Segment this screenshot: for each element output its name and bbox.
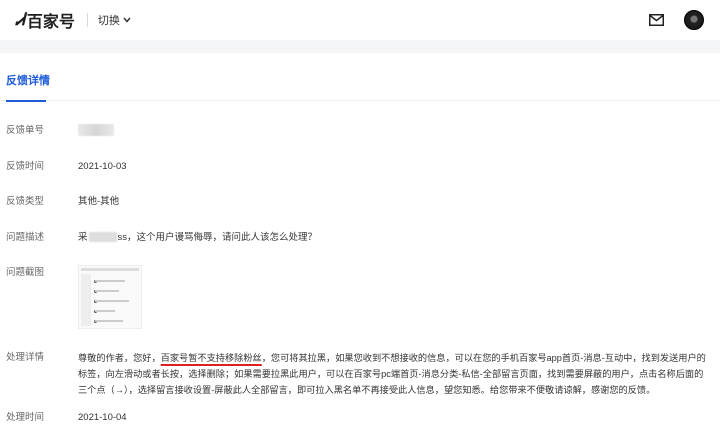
- problem-screenshot-label: 问题截图: [6, 267, 45, 278]
- problem-description-value: 采 ss，这个用户谩骂侮辱，请问此人该怎么处理？: [78, 230, 317, 246]
- logo-text: 百家号: [26, 14, 75, 31]
- tab-active-indicator: [6, 100, 46, 102]
- feedback-type-value: 其他-其他: [78, 196, 120, 207]
- description-text: ss，这个用户谩骂侮辱，请问此人该怎么处理？: [117, 232, 318, 243]
- baijiahao-logo[interactable]: Ꮧ 百家号: [16, 8, 75, 32]
- header-divider: [86, 13, 88, 27]
- feedback-id-value: [78, 123, 114, 139]
- thumb-line: [95, 320, 123, 322]
- redacted-username: [88, 232, 117, 243]
- thumb-sidebar: [81, 274, 91, 326]
- handling-detail-label: 处理详情: [6, 352, 45, 363]
- switch-label: 切换: [97, 15, 120, 27]
- logo-mark: Ꮧ: [16, 10, 25, 30]
- row-handling-detail: 处理详情 尊敬的作者，您好，百家号暂不支持移除粉丝，您可将其拉黑，如果您收到不想…: [0, 350, 720, 400]
- description-prefix: 采: [78, 232, 88, 243]
- thumb-line: [95, 300, 129, 302]
- feedback-detail-card: 反馈详情 反馈单号 反馈时间 2021-10-03 反馈类型 其他-其他 问题描…: [0, 53, 720, 434]
- thumb-line: [95, 290, 119, 292]
- tab-feedback-detail[interactable]: 反馈详情: [6, 72, 50, 88]
- chevron-down-icon: [123, 17, 131, 23]
- feedback-time-value: 2021-10-03: [78, 161, 127, 172]
- avatar[interactable]: [684, 10, 704, 30]
- problem-screenshot-thumbnail[interactable]: [78, 265, 142, 329]
- header-right: [649, 10, 704, 30]
- reply-highlight: 百家号暂不支持移除粉丝: [160, 353, 262, 363]
- feedback-time-label: 反馈时间: [6, 161, 45, 172]
- thumb-line: [95, 280, 125, 282]
- problem-description-label: 问题描述: [6, 232, 45, 243]
- top-header: Ꮧ 百家号 切换: [0, 0, 720, 40]
- switch-account-button[interactable]: 切换: [98, 12, 131, 28]
- handling-detail-text: 尊敬的作者，您好，百家号暂不支持移除粉丝，您可将其拉黑，如果您收到不想接收的信息…: [78, 350, 712, 398]
- handling-time-label: 处理时间: [6, 412, 45, 423]
- thumb-line: [95, 310, 115, 312]
- tab-bar: 反馈详情: [0, 53, 720, 102]
- row-problem-screenshot: 问题截图: [0, 265, 720, 335]
- handling-time-value: 2021-10-04: [78, 412, 127, 423]
- thumb-header: [81, 268, 139, 271]
- feedback-type-label: 反馈类型: [6, 196, 45, 207]
- feedback-id-label: 反馈单号: [6, 125, 45, 136]
- reply-greeting: 尊敬的作者，您好，: [78, 353, 161, 363]
- redacted-id: [78, 124, 114, 137]
- mail-icon[interactable]: [649, 14, 664, 26]
